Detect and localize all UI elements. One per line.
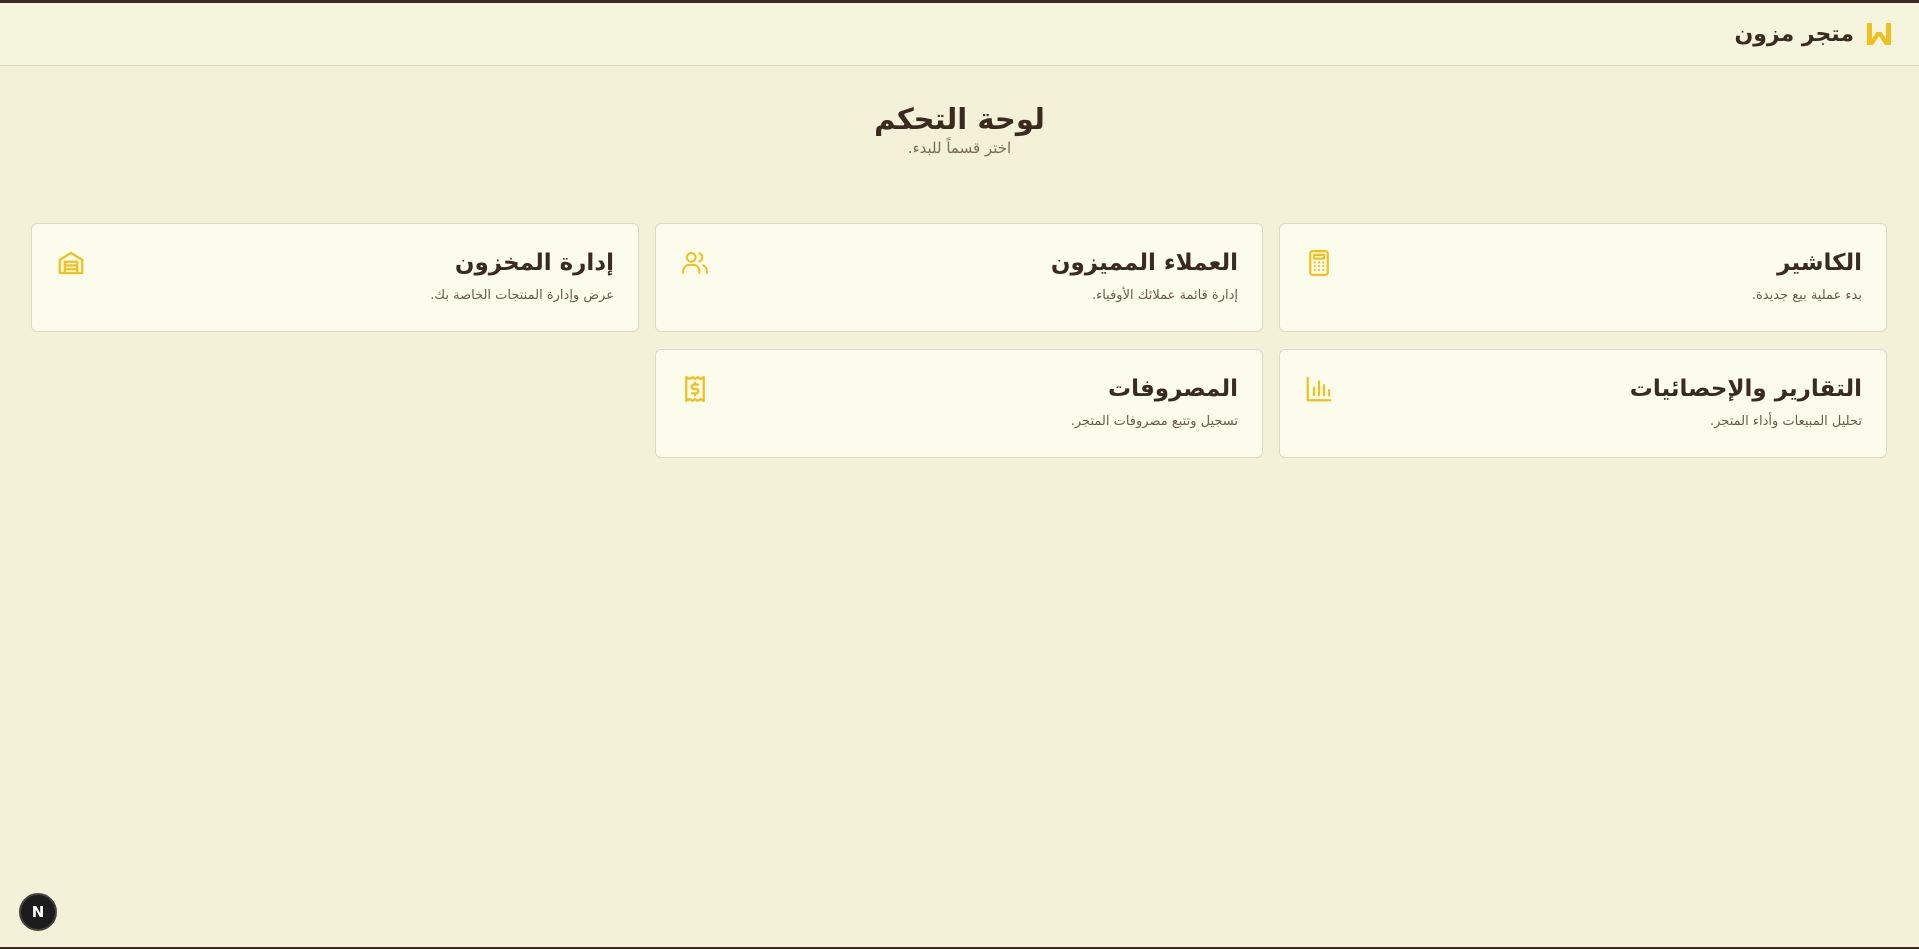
page-subtitle: اختر قسماً للبدء. [907,138,1012,157]
receipt-icon [680,374,710,404]
next-dev-badge[interactable]: N [19,893,57,931]
card-title: العملاء المميزون [1050,250,1238,276]
card-description: عرض وإدارة المنتجات الخاصة بك. [430,287,614,303]
app-header: متجر مزون [0,3,1919,66]
card-description: تحليل المبيعات وأداء المتجر. [1710,413,1862,429]
next-badge-letter: N [31,903,45,921]
page-heading: لوحة التحكم اختر قسماً للبدء. [0,102,1919,157]
dashboard-grid: الكاشير بدء عملية بيع جديدة. العملاء الم… [31,223,1887,458]
card-loyal-customers[interactable]: العملاء المميزون إدارة قائمة عملائك الأو… [655,223,1263,332]
card-title: إدارة المخزون [454,250,614,276]
card-title: التقارير والإحصائيات [1629,376,1862,402]
m-logo-icon [1864,19,1894,49]
card-description: إدارة قائمة عملائك الأوفياء. [1091,287,1238,303]
card-inventory[interactable]: إدارة المخزون عرض وإدارة المنتجات الخاصة… [31,223,639,332]
card-title: الكاشير [1777,250,1862,276]
users-icon [680,248,710,278]
card-reports[interactable]: التقارير والإحصائيات تحليل المبيعات وأدا… [1279,349,1887,458]
card-description: بدء عملية بيع جديدة. [1751,287,1862,303]
card-expenses[interactable]: المصروفات تسجيل وتتبع مصروفات المتجر. [655,349,1263,458]
calculator-icon [1304,248,1334,278]
card-cashier[interactable]: الكاشير بدء عملية بيع جديدة. [1279,223,1887,332]
brand-name: متجر مزون [1734,21,1854,47]
warehouse-icon [56,248,86,278]
card-title: المصروفات [1107,376,1238,402]
brand[interactable]: متجر مزون [1734,19,1894,49]
bar-chart-icon [1304,374,1334,404]
card-description: تسجيل وتتبع مصروفات المتجر. [1070,413,1238,429]
page-title: لوحة التحكم [874,102,1045,136]
